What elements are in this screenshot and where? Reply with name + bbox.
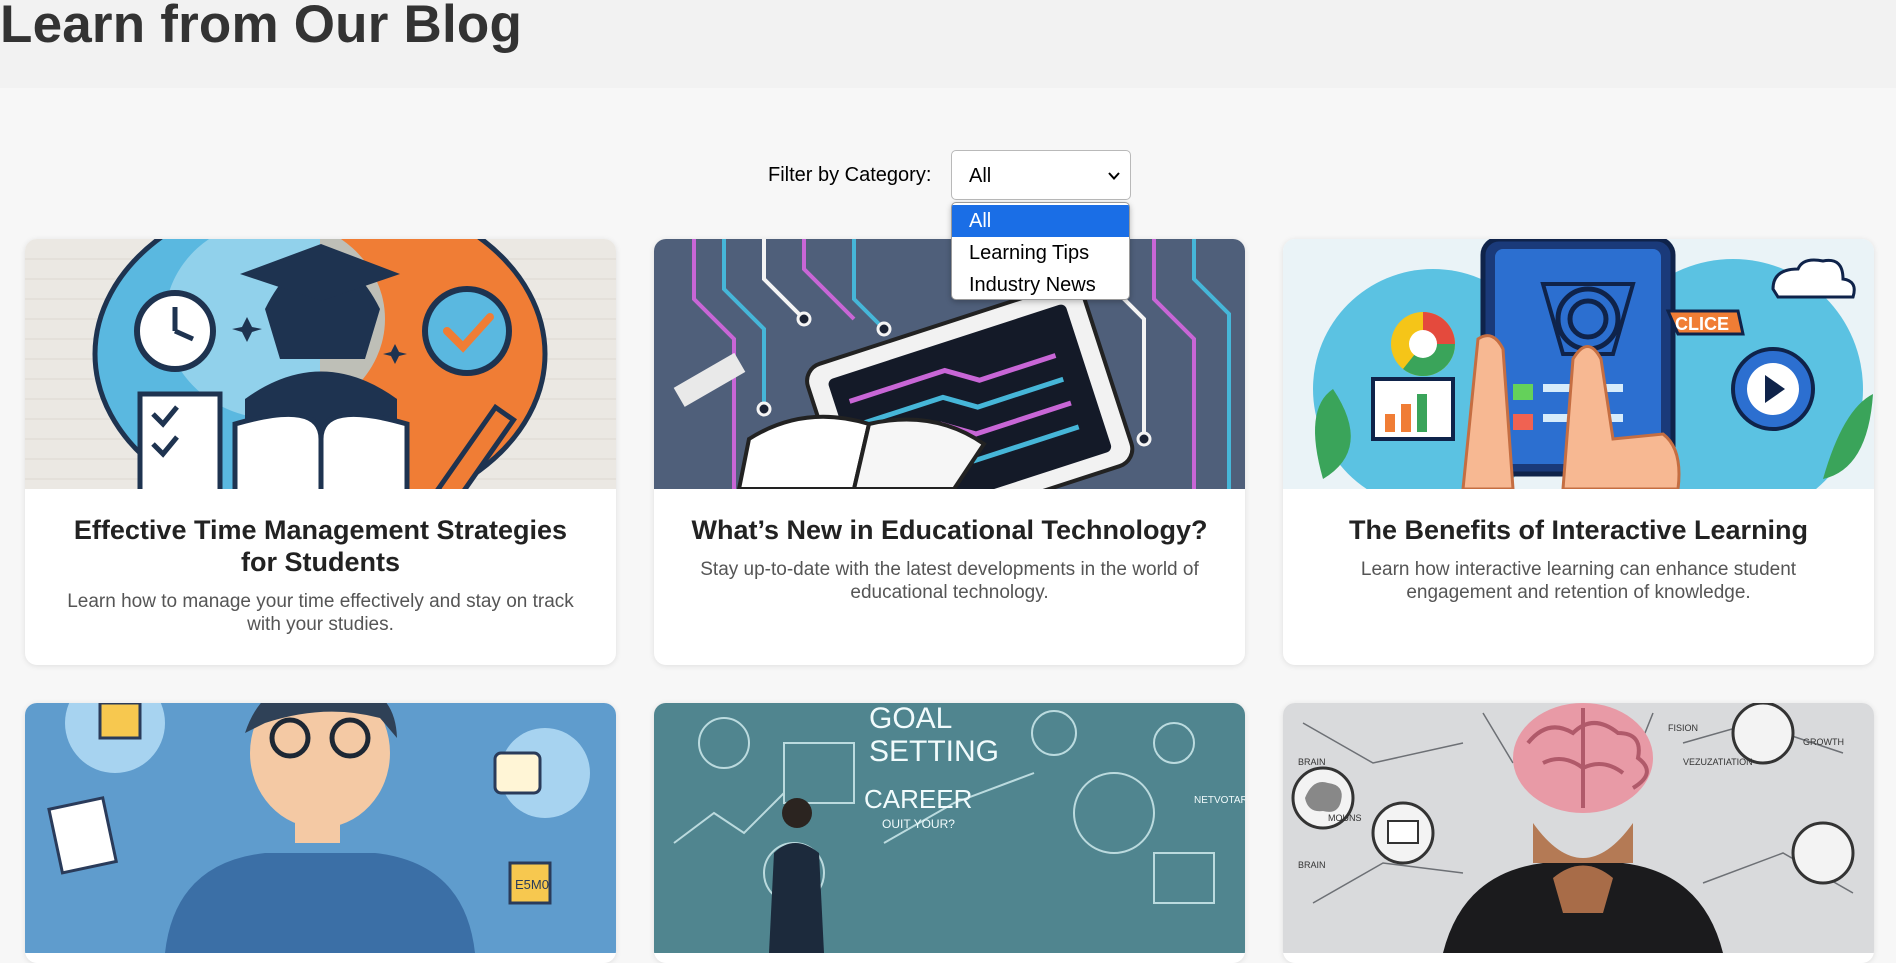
svg-text:NETVOTARO: NETVOTARO xyxy=(1194,795,1245,806)
time-management-image xyxy=(25,239,616,489)
post-title[interactable]: The Benefits of Interactive Learning xyxy=(1313,514,1844,546)
student-thinking-image: E5M0 xyxy=(25,703,616,953)
svg-text:VEZUZATIATION: VEZUZATIATION xyxy=(1683,757,1753,767)
post-title[interactable]: Effective Time Management Strategies for… xyxy=(55,514,586,578)
blog-card-5[interactable]: GOAL SETTING CAREER OUIT YOUR? NETVOTARO xyxy=(654,703,1245,963)
svg-text:CAREER: CAREER xyxy=(864,784,972,814)
post-title[interactable]: What’s New in Educational Technology? xyxy=(684,514,1215,546)
svg-text:FISION: FISION xyxy=(1668,723,1698,733)
post-description: Learn how interactive learning can enhan… xyxy=(1360,559,1797,603)
page-title: Learn from Our Blog xyxy=(0,0,523,54)
page-header: Learn from Our Blog xyxy=(0,0,1896,88)
edtech-image xyxy=(654,239,1245,489)
blog-card-interactive-learning[interactable]: CLICE The Benefits of Interactive Learni… xyxy=(1283,239,1874,665)
svg-text:E5M0: E5M0 xyxy=(515,877,549,892)
brain-thinking-image: BRAIN MOUNS BRAIN VEZUZATIATION GROWTH F… xyxy=(1283,703,1874,953)
goal-setting-image: GOAL SETTING CAREER OUIT YOUR? NETVOTARO xyxy=(654,703,1245,953)
svg-text:BRAIN: BRAIN xyxy=(1298,757,1326,767)
interactive-learning-image: CLICE xyxy=(1283,239,1874,489)
option-industry-news[interactable]: Industry News xyxy=(952,269,1129,299)
category-select[interactable]: All xyxy=(951,150,1131,200)
chevron-down-icon xyxy=(1108,172,1120,180)
svg-text:GOAL: GOAL xyxy=(869,703,952,735)
svg-text:OUIT YOUR?: OUIT YOUR? xyxy=(882,817,955,831)
category-select-value: All xyxy=(969,165,992,187)
option-all[interactable]: All xyxy=(952,205,1129,237)
svg-text:CLICE: CLICE xyxy=(1675,314,1729,334)
svg-text:SETTING: SETTING xyxy=(869,735,999,768)
blog-card-time-management[interactable]: Effective Time Management Strategies for… xyxy=(25,239,616,665)
svg-text:GROWTH: GROWTH xyxy=(1803,737,1844,747)
svg-text:MOUNS: MOUNS xyxy=(1328,813,1362,823)
blog-card-6[interactable]: BRAIN MOUNS BRAIN VEZUZATIATION GROWTH F… xyxy=(1283,703,1874,963)
post-description: Stay up-to-date with the latest developm… xyxy=(700,559,1199,603)
category-filter: Filter by Category: All xyxy=(0,150,1896,202)
filter-label: Filter by Category: xyxy=(768,164,932,186)
blog-card-4[interactable]: E5M0 xyxy=(25,703,616,963)
svg-text:BRAIN: BRAIN xyxy=(1298,860,1326,870)
blog-card-edtech[interactable]: What’s New in Educational Technology? St… xyxy=(654,239,1245,665)
option-learning-tips[interactable]: Learning Tips xyxy=(952,237,1129,269)
category-dropdown: All Learning Tips Industry News xyxy=(951,202,1130,300)
post-description: Learn how to manage your time effectivel… xyxy=(67,591,574,635)
